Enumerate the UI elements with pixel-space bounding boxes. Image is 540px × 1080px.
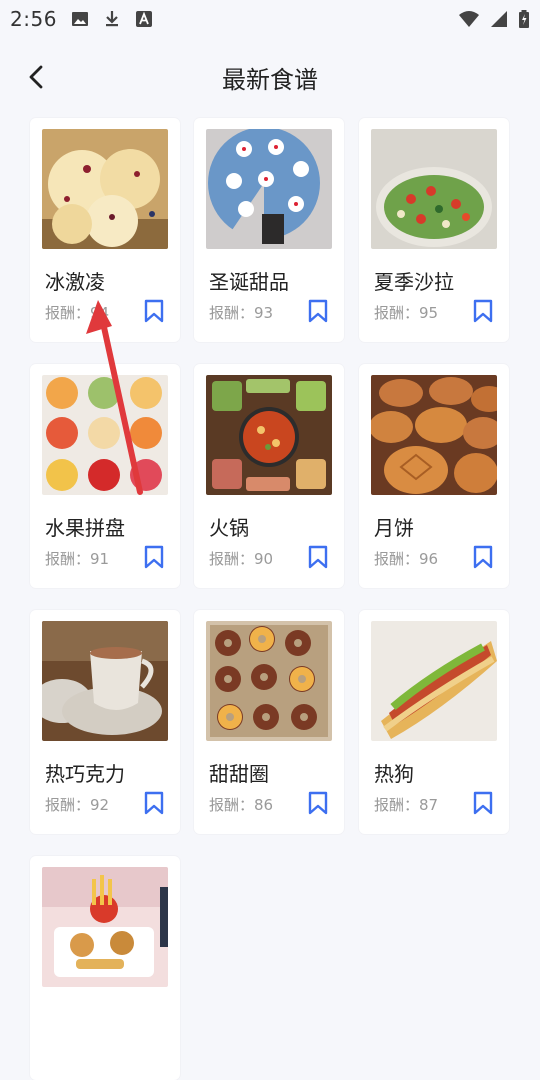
recipe-image [371, 621, 497, 741]
recipe-card[interactable]: 热巧克力 报酬：92 [30, 610, 180, 834]
reward-value: 86 [254, 796, 274, 814]
recipe-card[interactable]: 水果拼盘 报酬：91 [30, 364, 180, 588]
bookmark-icon[interactable] [307, 299, 329, 323]
reward-value: 95 [419, 304, 439, 322]
image-icon [71, 12, 88, 26]
reward-label: 报酬： [374, 304, 420, 322]
recipe-name: 热狗 [374, 762, 414, 786]
recipe-name: 甜甜圈 [209, 762, 269, 786]
recipe-card[interactable]: 甜甜圈 报酬：86 [194, 610, 344, 834]
recipe-image [371, 129, 497, 249]
reward-label: 报酬： [45, 550, 91, 568]
recipe-card[interactable] [30, 856, 180, 1080]
bookmark-icon[interactable] [307, 545, 329, 569]
reward-label: 报酬： [45, 796, 91, 814]
recipe-card[interactable]: 月饼 报酬：96 [359, 364, 509, 588]
recipe-card[interactable]: 圣诞甜品 报酬：93 [194, 118, 344, 342]
bookmark-icon[interactable] [472, 791, 494, 815]
reward-value: 96 [419, 550, 439, 568]
status-time: 2:56 [10, 7, 57, 31]
recipe-image [371, 375, 497, 495]
recipe-image [206, 375, 332, 495]
reward-value: 93 [254, 304, 274, 322]
recipe-reward: 报酬：86 [209, 794, 273, 815]
reward-label: 报酬： [374, 796, 420, 814]
bookmark-icon[interactable] [472, 299, 494, 323]
recipe-image [42, 375, 168, 495]
recipe-reward: 报酬：87 [374, 794, 438, 815]
bookmark-icon[interactable] [143, 545, 165, 569]
recipe-reward: 报酬：92 [45, 794, 109, 815]
bookmark-icon[interactable] [143, 791, 165, 815]
bookmark-icon[interactable] [143, 299, 165, 323]
reward-label: 报酬： [209, 796, 255, 814]
reward-label: 报酬： [209, 304, 255, 322]
recipe-reward: 报酬：94 [45, 302, 109, 323]
reward-label: 报酬： [374, 550, 420, 568]
battery-icon [519, 10, 529, 28]
app-header: 最新食谱 [0, 50, 540, 104]
signal-icon [491, 11, 507, 27]
recipe-card[interactable]: 热狗 报酬：87 [359, 610, 509, 834]
bookmark-icon[interactable] [307, 791, 329, 815]
recipe-reward: 报酬：96 [374, 548, 438, 569]
back-arrow-icon[interactable] [22, 62, 52, 92]
reward-value: 92 [90, 796, 110, 814]
reward-label: 报酬： [45, 304, 91, 322]
recipe-image [206, 129, 332, 249]
recipe-reward: 报酬：90 [209, 548, 273, 569]
status-bar: 2:56 [0, 0, 540, 38]
recipe-card[interactable]: 火锅 报酬：90 [194, 364, 344, 588]
recipe-image [42, 867, 168, 987]
recipe-image [206, 621, 332, 741]
recipe-name: 夏季沙拉 [374, 270, 454, 294]
recipe-name: 月饼 [374, 516, 414, 540]
reward-value: 91 [90, 550, 110, 568]
recipe-image [42, 621, 168, 741]
bookmark-icon[interactable] [472, 545, 494, 569]
reward-value: 90 [254, 550, 274, 568]
reward-label: 报酬： [209, 550, 255, 568]
page-title: 最新食谱 [222, 66, 318, 94]
download-icon [105, 11, 118, 27]
recipe-name: 热巧克力 [45, 762, 125, 786]
recipe-image [42, 129, 168, 249]
recipe-name: 圣诞甜品 [209, 270, 289, 294]
recipe-name: 火锅 [209, 516, 249, 540]
recipe-reward: 报酬：91 [45, 548, 109, 569]
recipe-card[interactable]: 冰激凌 报酬：94 [30, 118, 180, 342]
reward-value: 94 [90, 304, 110, 322]
recipe-reward: 报酬：93 [209, 302, 273, 323]
reward-value: 87 [419, 796, 439, 814]
wifi-icon [459, 11, 479, 27]
recipe-name: 水果拼盘 [45, 516, 125, 540]
recipe-name: 冰激凌 [45, 270, 105, 294]
recipe-card[interactable]: 夏季沙拉 报酬：95 [359, 118, 509, 342]
text-a-icon [135, 11, 152, 27]
recipe-reward: 报酬：95 [374, 302, 438, 323]
